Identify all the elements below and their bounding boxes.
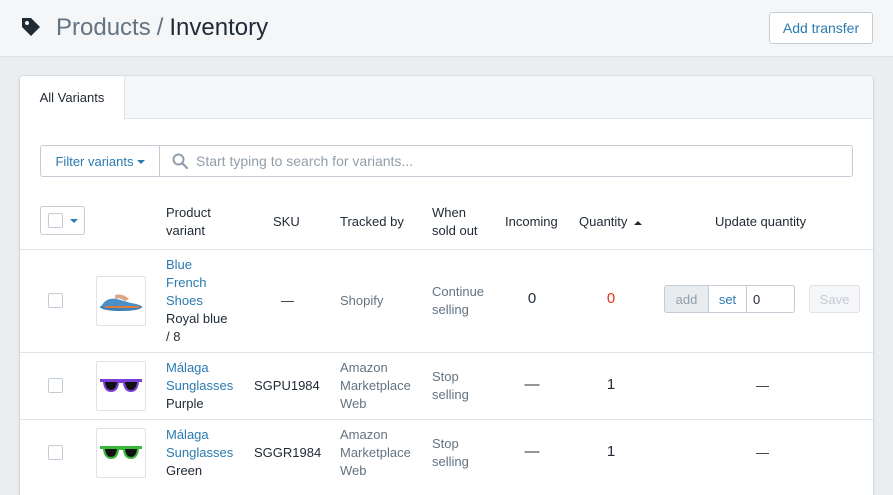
page-title: Inventory bbox=[169, 14, 269, 41]
column-header-update-quantity: Update quantity bbox=[715, 214, 807, 229]
search-input[interactable] bbox=[196, 146, 836, 176]
row-checkbox[interactable] bbox=[48, 293, 63, 308]
incoming-cell: — bbox=[524, 443, 540, 460]
tracked-by-line: Marketplace bbox=[340, 445, 411, 460]
quantity-cell: 1 bbox=[606, 376, 616, 393]
when-sold-out-cell: Continue selling bbox=[432, 283, 484, 319]
product-variant-cell: Málaga Sunglasses Green bbox=[166, 426, 233, 480]
product-name-line: Sunglasses bbox=[166, 445, 234, 460]
when-sold-out-cell: Stop selling bbox=[432, 435, 469, 471]
incoming-cell: 0 bbox=[527, 290, 537, 307]
tracked-by-line: Amazon bbox=[340, 427, 388, 442]
tracked-by-line: Amazon bbox=[340, 360, 388, 375]
row-checkbox[interactable] bbox=[48, 445, 63, 460]
column-header-tracked-by: Tracked by bbox=[340, 214, 404, 229]
product-name-line: Shoes bbox=[166, 293, 203, 308]
breadcrumb-products-link[interactable]: Products bbox=[56, 14, 151, 41]
tracked-by-cell: Amazon Marketplace Web bbox=[340, 426, 411, 480]
column-header-line: Product bbox=[166, 205, 211, 220]
column-header-quantity-label: Quantity bbox=[579, 214, 628, 229]
tag-icon bbox=[22, 18, 40, 36]
product-link[interactable]: Málaga Sunglasses bbox=[166, 426, 233, 462]
breadcrumb: Products / Inventory bbox=[56, 14, 268, 42]
when-sold-out-line: Stop bbox=[432, 369, 459, 384]
column-header-line: sold out bbox=[432, 223, 478, 238]
column-header-incoming: Incoming bbox=[505, 214, 558, 229]
when-sold-out-line: selling bbox=[432, 387, 469, 402]
tab-all-variants[interactable]: All Variants bbox=[20, 76, 125, 120]
update-quantity-cell: — bbox=[756, 445, 769, 460]
product-link[interactable]: Blue French Shoes bbox=[166, 256, 227, 310]
tracked-by-cell: Amazon Marketplace Web bbox=[340, 359, 411, 413]
sku-cell: SGGR1984 bbox=[254, 445, 322, 460]
product-name-line: French bbox=[166, 275, 207, 290]
column-header-line: variant bbox=[166, 223, 206, 238]
product-thumbnail-purple-sunglasses bbox=[96, 361, 146, 411]
caret-down-icon bbox=[136, 160, 145, 165]
quantity-cell: 0 bbox=[606, 290, 616, 307]
when-sold-out-line: Stop bbox=[432, 436, 459, 451]
product-name-line: Málaga bbox=[166, 427, 209, 442]
column-header-line: When bbox=[432, 205, 466, 220]
tab-bar: All Variants bbox=[20, 76, 873, 120]
column-header-product-variant: Product variant bbox=[166, 204, 211, 240]
update-quantity-cell: — bbox=[756, 378, 769, 393]
product-thumbnail-green-sunglasses bbox=[96, 428, 146, 478]
sku-cell: — bbox=[281, 293, 294, 308]
column-header-sku: SKU bbox=[273, 214, 300, 229]
sku-cell: SGPU1984 bbox=[254, 378, 320, 393]
filter-variants-label: Filter variants bbox=[55, 153, 134, 169]
when-sold-out-line: selling bbox=[432, 302, 469, 317]
tracked-by-line: Marketplace bbox=[340, 378, 411, 393]
add-mode-button[interactable]: add bbox=[664, 285, 709, 313]
sort-ascending-icon bbox=[634, 220, 643, 225]
page-header: Products / Inventory Add transfer bbox=[0, 0, 893, 57]
update-quantity-control: add set bbox=[664, 285, 795, 313]
tracked-by-line: Web bbox=[340, 463, 367, 478]
product-name-line: Sunglasses bbox=[166, 378, 234, 393]
tracked-by-cell: Shopify bbox=[340, 293, 384, 308]
search-box bbox=[159, 145, 853, 177]
inventory-card: All Variants Filter variants Product var… bbox=[20, 76, 873, 495]
filter-variants-button[interactable]: Filter variants bbox=[40, 145, 160, 177]
table-row: Málaga Sunglasses Green SGGR1984 Amazon … bbox=[20, 419, 873, 486]
search-icon bbox=[172, 153, 188, 169]
save-button[interactable]: Save bbox=[809, 285, 860, 313]
select-all-checkbox[interactable] bbox=[48, 213, 63, 228]
add-transfer-button[interactable]: Add transfer bbox=[769, 12, 873, 44]
tracked-by-line: Web bbox=[340, 396, 367, 411]
quantity-cell: 1 bbox=[606, 443, 616, 460]
when-sold-out-cell: Stop selling bbox=[432, 368, 469, 404]
variant-name-line: Green bbox=[166, 463, 203, 478]
row-checkbox[interactable] bbox=[48, 378, 63, 393]
column-header-when-sold-out: When sold out bbox=[432, 204, 478, 240]
table-row: Blue French Shoes Royal blue / 8 — Shopi… bbox=[20, 249, 873, 352]
product-link[interactable]: Málaga Sunglasses bbox=[166, 359, 233, 395]
product-variant-cell: Blue French Shoes Royal blue / 8 bbox=[166, 256, 227, 346]
breadcrumb-separator: / bbox=[156, 14, 164, 41]
incoming-cell: — bbox=[524, 376, 540, 393]
product-name-line: Málaga bbox=[166, 360, 209, 375]
variant-name-line: / 8 bbox=[166, 329, 181, 344]
column-header-quantity[interactable]: Quantity bbox=[579, 213, 643, 231]
variant-name-line: Royal blue bbox=[166, 311, 228, 326]
product-variant-cell: Málaga Sunglasses Purple bbox=[166, 359, 233, 413]
when-sold-out-line: selling bbox=[432, 454, 469, 469]
sunglasses-icon bbox=[100, 446, 142, 459]
quantity-input[interactable] bbox=[747, 285, 795, 313]
caret-down-icon bbox=[70, 219, 78, 223]
bulk-select-dropdown[interactable] bbox=[40, 206, 85, 235]
shoe-icon bbox=[100, 294, 142, 311]
variant-name-line: Purple bbox=[166, 396, 204, 411]
product-thumbnail-shoes bbox=[96, 276, 146, 326]
table-row: Málaga Sunglasses Purple SGPU1984 Amazon… bbox=[20, 352, 873, 419]
set-mode-button[interactable]: set bbox=[709, 285, 747, 313]
sunglasses-icon bbox=[100, 379, 142, 392]
when-sold-out-line: Continue bbox=[432, 284, 485, 299]
product-name-line: Blue bbox=[166, 257, 193, 272]
